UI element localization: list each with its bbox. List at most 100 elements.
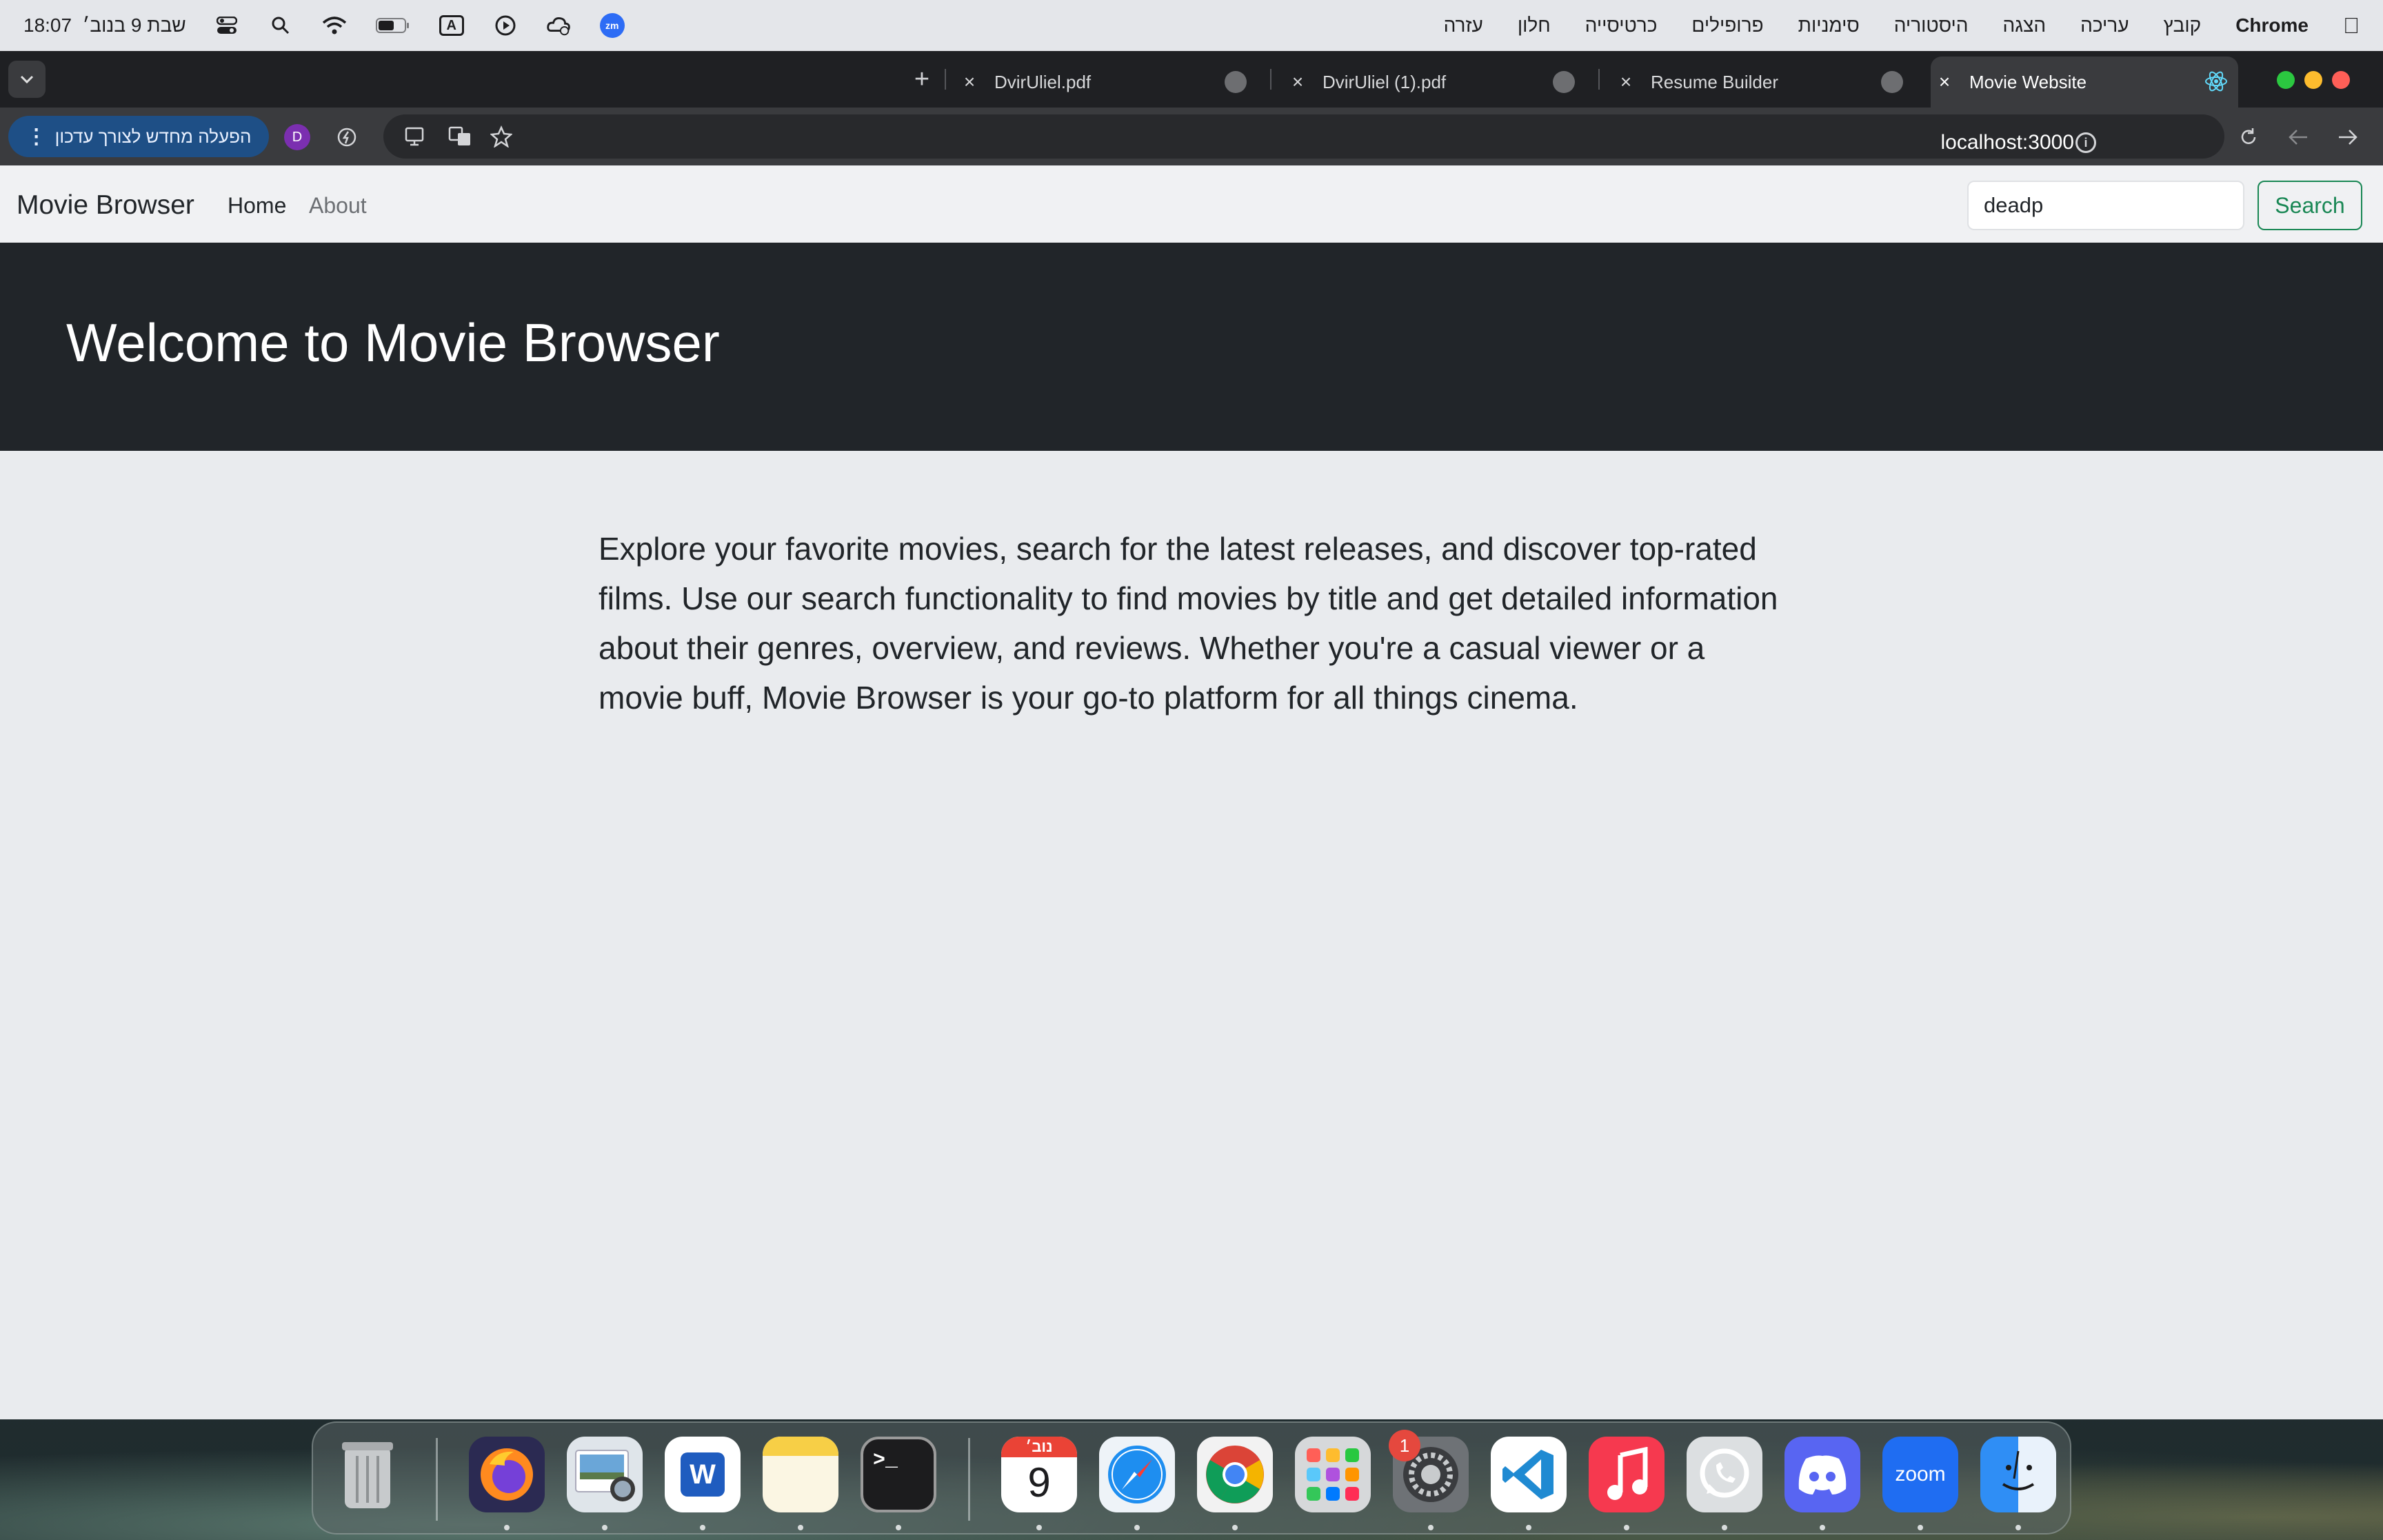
battery-icon[interactable]: [375, 12, 411, 39]
notification-badge: 1: [1389, 1430, 1420, 1461]
wifi-icon[interactable]: [321, 12, 348, 39]
clock-date: שבת 9 בנוב׳: [82, 14, 186, 36]
dock-running-indicator: [1134, 1525, 1140, 1530]
menu-profiles[interactable]: פרופילים: [1691, 14, 1763, 37]
close-icon[interactable]: ×: [1612, 71, 1640, 93]
omnibox[interactable]: localhost:3000 i: [383, 114, 2224, 159]
profile-avatar[interactable]: D: [284, 124, 310, 150]
app-menus:  Chrome קובץ עריכה הצגה היסטוריה סימניו…: [1444, 13, 2360, 39]
clock-time: 18:07: [23, 14, 72, 36]
search-button[interactable]: Search: [2258, 181, 2362, 230]
browser-toolbar: הפעלה מחדש לצורך עדכון ⋮ D localhost:300…: [0, 108, 2383, 165]
dock-discord-icon[interactable]: [1784, 1437, 1860, 1512]
input-source-icon[interactable]: A: [439, 12, 465, 39]
menu-help[interactable]: עזרה: [1444, 14, 1483, 37]
brand-link[interactable]: Movie Browser: [17, 190, 194, 221]
dock-chrome-icon[interactable]: [1197, 1437, 1273, 1512]
dock-running-indicator: [1036, 1525, 1042, 1530]
dock-running-indicator: [1918, 1525, 1923, 1530]
menubar-clock[interactable]: 18:07 שבת 9 בנוב׳: [23, 14, 186, 37]
dock-vscode-icon[interactable]: [1491, 1437, 1567, 1512]
tab-separator: [945, 69, 946, 90]
hero-title: Welcome to Movie Browser: [66, 312, 720, 373]
control-center-icon[interactable]: [214, 12, 240, 39]
translate-icon[interactable]: [445, 122, 474, 151]
cast-icon[interactable]: [400, 122, 429, 151]
app-menu-chrome[interactable]: Chrome: [2235, 14, 2309, 37]
globe-icon: [1225, 71, 1247, 93]
nav-about-link[interactable]: About: [309, 193, 367, 219]
dock-running-indicator: [1820, 1525, 1825, 1530]
notes-header: [763, 1437, 838, 1456]
nav-home-link[interactable]: Home: [228, 193, 286, 219]
close-window-button[interactable]: [2332, 71, 2350, 89]
dock-finder-icon[interactable]: [1980, 1437, 2056, 1512]
tab-separator: [1270, 69, 1271, 90]
new-tab-button[interactable]: +: [903, 61, 941, 98]
dock-calendar-icon[interactable]: נוב׳ 9: [1001, 1437, 1077, 1512]
dock-running-indicator: [1232, 1525, 1238, 1530]
tab-dviruliel-1-pdf[interactable]: × DvirUliel (1).pdf: [1284, 57, 1587, 108]
menu-window[interactable]: חלון: [1518, 14, 1551, 37]
dock-notes-icon[interactable]: [763, 1437, 838, 1512]
dock-running-indicator: [504, 1525, 510, 1530]
search-input[interactable]: [1967, 181, 2244, 230]
more-vert-icon: ⋮: [26, 125, 47, 148]
relaunch-to-update-button[interactable]: הפעלה מחדש לצורך עדכון ⋮: [8, 116, 269, 157]
apple-icon[interactable]: : [2343, 13, 2360, 39]
cloud-weather-icon[interactable]: [546, 12, 572, 39]
tab-dviruliel-pdf[interactable]: × DvirUliel.pdf: [956, 57, 1259, 108]
dock-safari-icon[interactable]: [1099, 1437, 1175, 1512]
dock-preview-icon[interactable]: [567, 1437, 643, 1512]
forward-icon[interactable]: [2333, 123, 2362, 152]
tab-strip: + × DvirUliel.pdf × DvirUliel (1).pdf × …: [0, 51, 2383, 108]
dock-zoom-icon[interactable]: zoom: [1882, 1437, 1958, 1512]
back-icon[interactable]: [2284, 123, 2313, 152]
dock-word-icon[interactable]: W: [665, 1437, 741, 1512]
maximize-button[interactable]: [2277, 71, 2295, 89]
menu-view[interactable]: הצגה: [2003, 14, 2047, 37]
tab-resume-builder[interactable]: × Resume Builder: [1612, 57, 1916, 108]
spotlight-icon[interactable]: [268, 12, 294, 39]
close-icon[interactable]: ×: [1284, 71, 1311, 93]
dock: W >_ נוב׳ 9 zoom: [312, 1421, 2071, 1534]
word-label: W: [681, 1452, 725, 1497]
dock-running-indicator: [798, 1525, 803, 1530]
dock-running-indicator: [896, 1525, 901, 1530]
dock-separator: [968, 1438, 970, 1521]
globe-icon: [1881, 71, 1903, 93]
url-text: localhost:3000: [1940, 131, 2074, 154]
close-icon[interactable]: ×: [956, 71, 983, 93]
dock-launchpad-icon[interactable]: [1295, 1437, 1371, 1512]
tab-title: DvirUliel.pdf: [994, 71, 1092, 92]
dock-terminal-icon[interactable]: >_: [861, 1437, 936, 1512]
menu-tab[interactable]: כרטיסייה: [1585, 14, 1658, 37]
menu-bookmarks[interactable]: סימניות: [1798, 14, 1860, 37]
calendar-month: נוב׳: [1001, 1437, 1077, 1457]
menu-bar: 18:07 שבת 9 בנוב׳ A zm  Chrome קובץ ערי…: [0, 0, 2383, 51]
tab-separator: [1598, 69, 1600, 90]
tab-movie-website[interactable]: × Movie Website: [1931, 57, 2238, 108]
site-info-icon[interactable]: i: [2075, 132, 2096, 153]
menu-file[interactable]: קובץ: [2164, 14, 2202, 37]
intro-paragraph: Explore your favorite movies, search for…: [599, 531, 1778, 716]
react-icon: [2205, 71, 2227, 92]
dock-separator: [436, 1438, 438, 1521]
menu-edit[interactable]: עריכה: [2080, 14, 2129, 37]
terminal-label: >_: [873, 1449, 898, 1472]
dock-whatsapp-icon[interactable]: [1687, 1437, 1762, 1512]
zoom-status-icon[interactable]: zm: [599, 13, 625, 38]
site-navbar: Movie Browser Home About Search: [0, 165, 2383, 243]
dock-trash-icon[interactable]: [330, 1437, 405, 1512]
tab-search-button[interactable]: [8, 61, 46, 98]
web-page: Movie Browser Home About Search Welcome …: [0, 165, 2383, 1419]
menu-history[interactable]: היסטוריה: [1894, 14, 1969, 37]
minimize-button[interactable]: [2304, 71, 2322, 89]
play-icon[interactable]: [492, 12, 519, 39]
bookmark-star-icon[interactable]: [487, 122, 516, 151]
dock-firefox-icon[interactable]: [469, 1437, 545, 1512]
dock-music-icon[interactable]: [1589, 1437, 1665, 1512]
close-icon[interactable]: ×: [1931, 71, 1958, 93]
reload-icon[interactable]: [2234, 123, 2263, 152]
extensions-icon[interactable]: [332, 123, 361, 152]
